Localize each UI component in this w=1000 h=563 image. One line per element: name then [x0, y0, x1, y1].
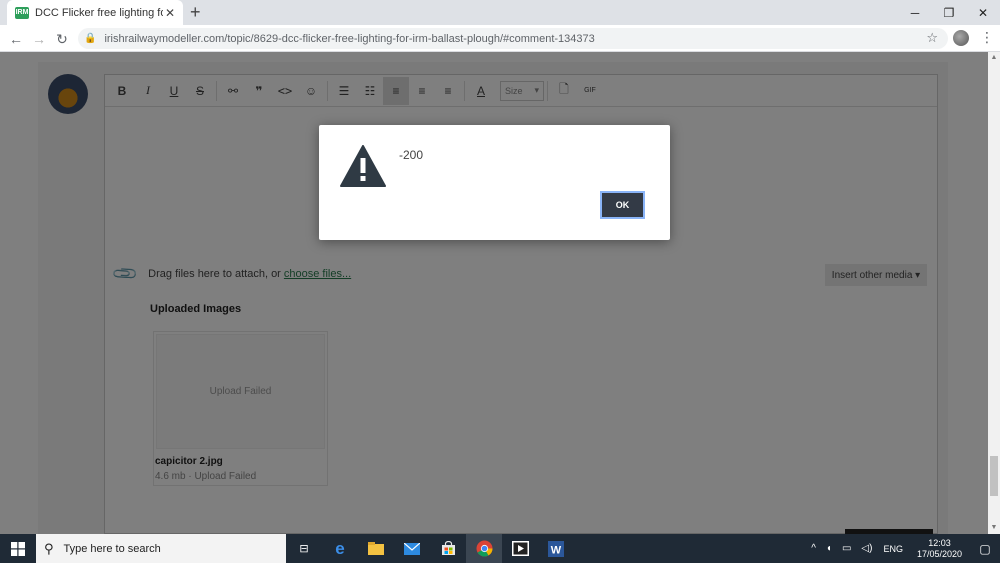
- network-icon[interactable]: ◖: [826, 543, 832, 554]
- tab-close-icon[interactable]: ✕: [165, 6, 175, 20]
- scroll-down-arrow-icon[interactable]: ▼: [988, 522, 1000, 534]
- windows-logo-icon: [11, 541, 25, 556]
- store-bag-icon: [441, 541, 455, 555]
- browser-tab[interactable]: IRM DCC Flicker free lighting for IRM ✕: [7, 0, 183, 25]
- window-controls: ─ ❐ ✕: [898, 0, 1000, 25]
- start-button[interactable]: [0, 534, 36, 563]
- file-explorer-app[interactable]: [358, 534, 394, 563]
- windows-taskbar: ⚲ Type here to search ⊟ e W ^ ◖ ▭ ◁) ENG…: [0, 534, 1000, 563]
- new-tab-button[interactable]: +: [190, 3, 201, 21]
- alert-message: -200: [399, 148, 424, 162]
- tab-strip: IRM DCC Flicker free lighting for IRM ✕ …: [0, 0, 1000, 25]
- taskbar-search[interactable]: ⚲ Type here to search: [36, 534, 286, 563]
- system-tray: ^ ◖ ▭ ◁) ENG 12:03 17/05/2020 ▢: [806, 534, 1000, 563]
- browser-toolbar: ← → ↻ 🔒 irishrailwaymodeller.com/topic/8…: [0, 25, 1000, 52]
- ok-button[interactable]: OK: [600, 191, 645, 219]
- clock-date: 17/05/2020: [916, 548, 962, 559]
- warning-icon: [340, 145, 386, 187]
- edge-icon: e: [335, 538, 345, 558]
- bookmark-star-icon[interactable]: ☆: [926, 30, 938, 46]
- folder-icon: [368, 542, 384, 555]
- edge-app[interactable]: e: [322, 534, 358, 563]
- back-button[interactable]: ←: [6, 29, 26, 49]
- alert-dialog: -200 OK: [319, 125, 670, 240]
- store-app[interactable]: [430, 534, 466, 563]
- task-view-button[interactable]: ⊟: [286, 534, 322, 563]
- word-app[interactable]: W: [538, 534, 574, 563]
- chrome-app[interactable]: [466, 534, 502, 563]
- reload-button[interactable]: ↻: [52, 29, 72, 49]
- language-indicator[interactable]: ENG: [883, 544, 903, 554]
- video-editor-app[interactable]: [502, 534, 538, 563]
- address-bar[interactable]: 🔒 irishrailwaymodeller.com/topic/8629-dc…: [78, 28, 948, 49]
- search-icon: ⚲: [44, 540, 54, 556]
- film-play-icon: [511, 541, 529, 556]
- forward-button[interactable]: →: [29, 29, 49, 49]
- clock[interactable]: 12:03 17/05/2020: [917, 538, 962, 560]
- profile-avatar[interactable]: [953, 30, 969, 46]
- page-scrollbar[interactable]: ▲ ▼: [988, 52, 1000, 534]
- search-placeholder: Type here to search: [63, 542, 161, 555]
- notification-icon[interactable]: ▢: [970, 534, 1000, 563]
- clock-time: 12:03: [928, 537, 951, 548]
- browser-menu-icon[interactable]: ⋮: [980, 29, 994, 46]
- close-window-button[interactable]: ✕: [966, 0, 1000, 25]
- chrome-icon: [476, 540, 492, 557]
- lock-icon[interactable]: 🔒: [84, 33, 96, 44]
- chevron-up-icon[interactable]: ^: [811, 543, 816, 554]
- volume-icon[interactable]: ◁): [861, 543, 872, 554]
- mail-icon: [404, 542, 420, 555]
- scroll-thumb[interactable]: [990, 456, 998, 496]
- svg-text:W: W: [551, 544, 562, 556]
- battery-icon[interactable]: ▭: [842, 543, 851, 554]
- scroll-up-arrow-icon[interactable]: ▲: [988, 52, 1000, 64]
- site-favicon-icon: IRM: [15, 6, 29, 19]
- task-view-icon: ⊟: [299, 543, 309, 555]
- url-text: irishrailwaymodeller.com/topic/8629-dcc-…: [104, 32, 595, 45]
- restore-button[interactable]: ❐: [932, 0, 966, 25]
- word-icon: W: [548, 540, 564, 557]
- minimize-button[interactable]: ─: [898, 0, 932, 25]
- tab-title: DCC Flicker free lighting for IRM: [35, 6, 163, 19]
- mail-app[interactable]: [394, 534, 430, 563]
